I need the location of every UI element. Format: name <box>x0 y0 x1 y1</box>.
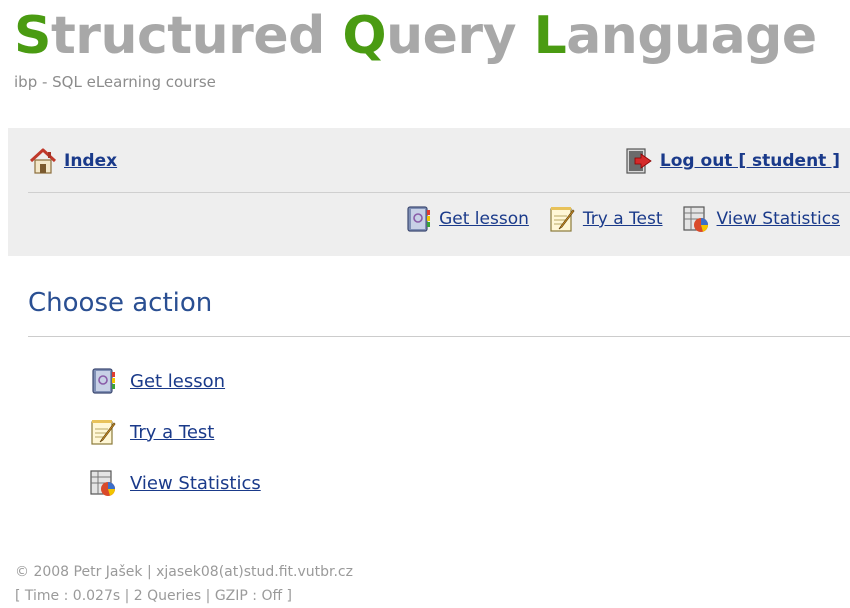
statistics-icon <box>682 206 708 232</box>
title-initial-q: Q <box>342 6 387 66</box>
nav-secondary-links: Get lesson Try a Test View Statistics <box>403 204 840 234</box>
nav-panel: Index Log out [ student ] Get lesson Try… <box>8 128 850 256</box>
get-lesson-link[interactable]: Get lesson <box>130 371 225 392</box>
nav-try-test-link[interactable]: Try a Test <box>547 204 663 234</box>
footer: © 2008 Petr Jašek | xjasek08(at)stud.fit… <box>15 560 353 608</box>
title-part: uery <box>386 6 534 66</box>
site-title: Structured Query Language <box>14 4 817 68</box>
title-part: anguage <box>566 6 817 66</box>
section-divider <box>28 336 850 337</box>
book-icon <box>407 206 431 232</box>
try-test-link[interactable]: Try a Test <box>130 422 214 443</box>
title-initial-l: L <box>533 6 567 66</box>
home-icon <box>29 148 57 174</box>
action-list: Get lesson Try a Test View Statistics <box>88 364 261 517</box>
footer-copyright: © 2008 Petr Jašek | xjasek08(at)stud.fit… <box>15 564 353 580</box>
list-item: Get lesson <box>88 364 261 398</box>
logout-icon <box>626 148 652 174</box>
book-icon <box>92 368 115 394</box>
index-link[interactable]: Index <box>28 146 117 176</box>
nav-view-stats-label: View Statistics <box>716 209 840 229</box>
section-title: Choose action <box>28 288 213 318</box>
nav-divider <box>28 192 850 193</box>
statistics-icon <box>90 470 115 496</box>
nav-get-lesson-link[interactable]: Get lesson <box>403 204 529 234</box>
view-statistics-link[interactable]: View Statistics <box>130 473 261 494</box>
title-part: tructured <box>50 6 343 66</box>
site-subtitle: ibp - SQL eLearning course <box>14 73 216 91</box>
footer-stats: [ Time : 0.027s | 2 Queries | GZIP : Off… <box>15 588 293 604</box>
index-label: Index <box>64 151 118 171</box>
logout-link[interactable]: Log out [ student ] <box>624 146 840 176</box>
logout-label: Log out [ student ] <box>659 151 840 171</box>
pencil-note-icon <box>91 420 116 445</box>
pencil-note-icon <box>550 207 575 232</box>
nav-try-test-label: Try a Test <box>582 209 663 229</box>
title-initial-s: S <box>14 6 51 66</box>
list-item: View Statistics <box>88 466 261 500</box>
list-item: Try a Test <box>88 415 261 449</box>
nav-view-stats-link[interactable]: View Statistics <box>681 204 840 234</box>
nav-get-lesson-label: Get lesson <box>439 209 529 229</box>
